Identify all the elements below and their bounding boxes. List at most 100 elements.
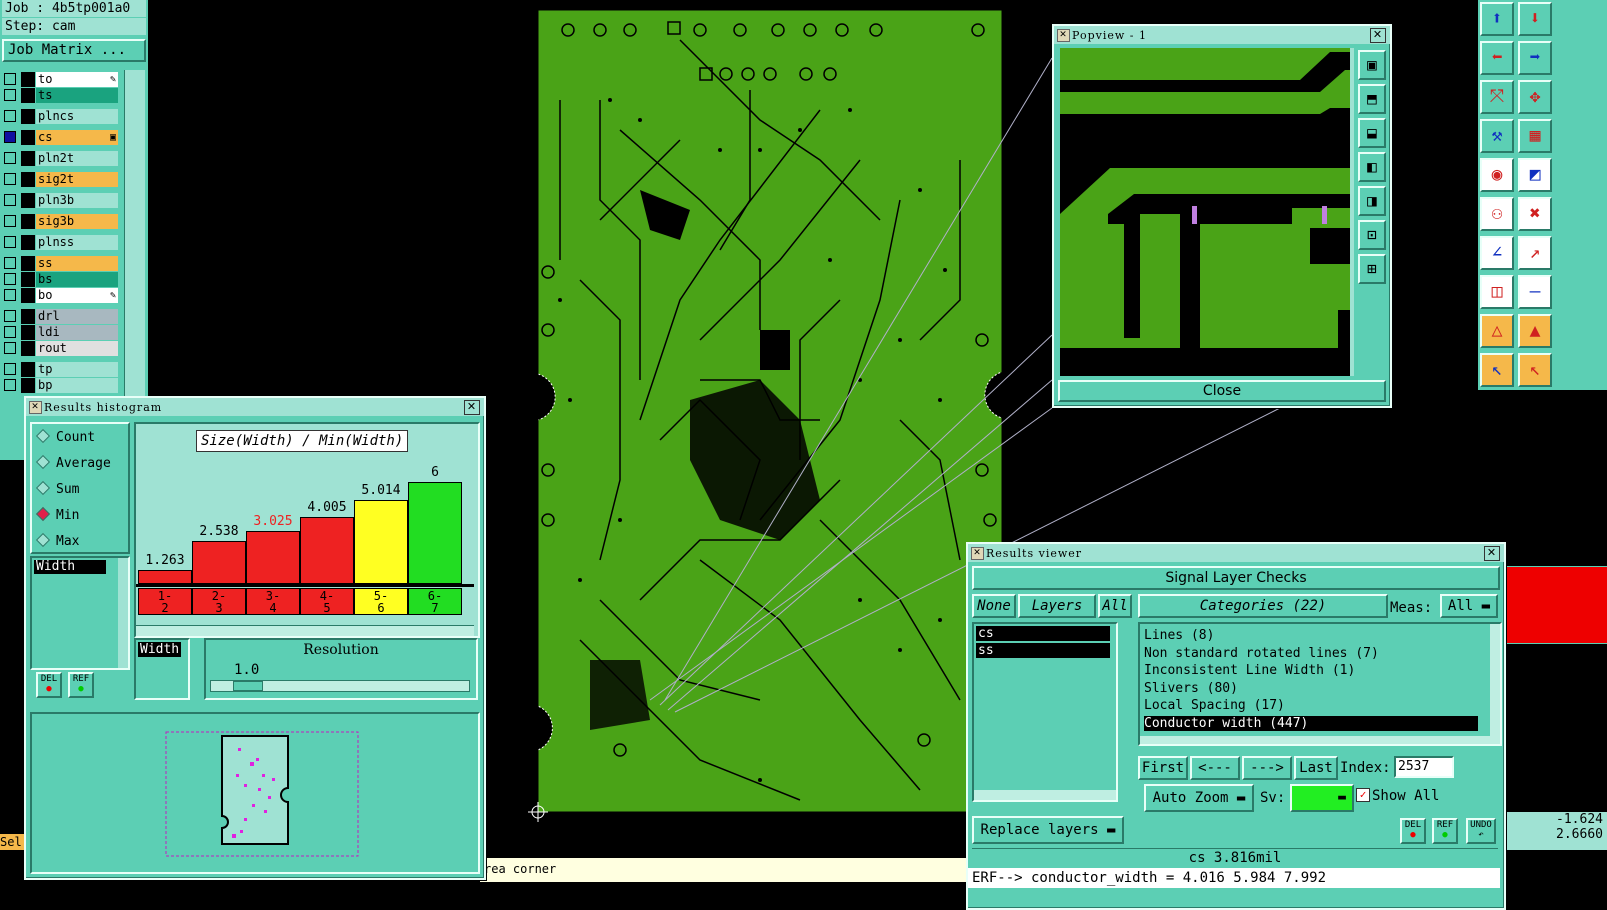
- histogram-bar[interactable]: [138, 570, 192, 584]
- auto-zoom-dropdown[interactable]: Auto Zoom ▬: [1144, 784, 1254, 812]
- chart-scrollbar[interactable]: [136, 625, 474, 636]
- prev-button[interactable]: <---: [1190, 756, 1240, 780]
- all-button[interactable]: All: [1098, 594, 1132, 618]
- category-item[interactable]: Slivers (80): [1144, 681, 1238, 696]
- category-item[interactable]: Lines (8): [1144, 628, 1214, 643]
- auto-zoom-label: Auto Zoom: [1152, 790, 1229, 806]
- popview-tool-3-icon[interactable]: ◧: [1358, 152, 1386, 182]
- option-count[interactable]: Count: [35, 428, 95, 445]
- popview-canvas[interactable]: [1060, 48, 1352, 376]
- popview-tool-0-icon[interactable]: ▣: [1358, 50, 1386, 80]
- histogram-preview[interactable]: [30, 712, 480, 874]
- last-button[interactable]: Last: [1294, 756, 1338, 780]
- histogram-bin[interactable]: 2- 3: [192, 588, 246, 615]
- meas-dropdown[interactable]: All ▬: [1440, 594, 1498, 618]
- categories-hscroll[interactable]: [1140, 736, 1500, 744]
- option-sum[interactable]: Sum: [35, 480, 79, 497]
- window-menu-icon[interactable]: ✕: [971, 547, 984, 560]
- tool-2-icon[interactable]: ⬅: [1480, 41, 1514, 75]
- popview-scrollbar[interactable]: [1350, 48, 1354, 376]
- histogram-titlebar[interactable]: ✕ Results histogram ✕: [26, 398, 484, 416]
- tool-13-icon[interactable]: ↗: [1518, 236, 1552, 270]
- none-button[interactable]: None: [972, 594, 1016, 618]
- histogram-bin[interactable]: 4- 5: [300, 588, 354, 615]
- categories-button[interactable]: Categories (22): [1138, 594, 1388, 618]
- popview-tool-2-icon[interactable]: ⬓: [1358, 118, 1386, 148]
- histogram-bar[interactable]: [246, 531, 300, 584]
- close-icon[interactable]: ✕: [1370, 28, 1386, 43]
- option-average[interactable]: Average: [35, 454, 111, 471]
- viewer-layer-item[interactable]: ss: [976, 643, 1110, 658]
- histogram-bin[interactable]: 1- 2: [138, 588, 192, 615]
- histogram-bar[interactable]: [300, 517, 354, 584]
- popview-tool-1-icon[interactable]: ⬒: [1358, 84, 1386, 114]
- histogram-bin[interactable]: 3- 4: [246, 588, 300, 615]
- layer-list-hscroll[interactable]: [974, 790, 1116, 800]
- sel-button[interactable]: Sel: [0, 834, 24, 850]
- category-item[interactable]: Local Spacing (17): [1144, 698, 1285, 713]
- index-input[interactable]: 2537: [1394, 756, 1454, 778]
- viewer-titlebar[interactable]: ✕ Results viewer ✕: [968, 544, 1504, 562]
- tool-11-icon[interactable]: ✖: [1518, 197, 1552, 231]
- category-item[interactable]: Inconsistent Line Width (1): [1144, 663, 1355, 678]
- tool-1-icon[interactable]: ⬇: [1518, 2, 1552, 36]
- window-menu-icon[interactable]: ✕: [29, 401, 42, 414]
- tool-10-icon[interactable]: ⚇: [1480, 197, 1514, 231]
- category-item[interactable]: Conductor width (447): [1144, 715, 1478, 731]
- option-min[interactable]: Min: [35, 506, 79, 523]
- categories-vscroll[interactable]: [1490, 624, 1500, 744]
- field-list-item[interactable]: Width: [34, 560, 106, 574]
- tool-19-icon[interactable]: ↖: [1518, 353, 1552, 387]
- tool-14-icon[interactable]: ◫: [1480, 275, 1514, 309]
- field-list-scrollbar[interactable]: [118, 558, 128, 668]
- resolution-slider[interactable]: [210, 680, 470, 692]
- viewer-undo-button[interactable]: UNDO ↶: [1466, 818, 1496, 844]
- tool-16-icon[interactable]: △: [1480, 314, 1514, 348]
- tool-5-icon[interactable]: ✥: [1518, 80, 1552, 114]
- tool-0-icon[interactable]: ⬆: [1480, 2, 1514, 36]
- resolution-slider-thumb[interactable]: [233, 681, 263, 691]
- replace-layers-button[interactable]: Replace layers ▬: [972, 816, 1124, 844]
- viewer-ref-button[interactable]: REF ●: [1432, 818, 1458, 844]
- tool-18-icon[interactable]: ↖: [1480, 353, 1514, 387]
- histogram-bin[interactable]: 6- 7: [408, 588, 462, 615]
- tool-7-icon[interactable]: ▦: [1518, 119, 1552, 153]
- tool-4-icon[interactable]: ⤧: [1480, 80, 1514, 114]
- popview-titlebar[interactable]: ✕ Popview - 1 ✕: [1054, 26, 1390, 44]
- tool-9-icon[interactable]: ◩: [1518, 158, 1552, 192]
- histogram-bin[interactable]: 5- 6: [354, 588, 408, 615]
- category-item[interactable]: Non standard rotated lines (7): [1144, 646, 1379, 661]
- popview-tool-4-icon[interactable]: ◨: [1358, 186, 1386, 216]
- tool-3-icon[interactable]: ➡: [1518, 41, 1552, 75]
- histogram-bar[interactable]: [192, 541, 246, 584]
- ref-button[interactable]: REF ●: [68, 672, 94, 698]
- histogram-bar[interactable]: [354, 500, 408, 584]
- layers-button[interactable]: Layers: [1018, 594, 1096, 618]
- tool-12-icon[interactable]: ∠: [1480, 236, 1514, 270]
- tool-6-icon[interactable]: ⚒: [1480, 119, 1514, 153]
- next-button[interactable]: --->: [1242, 756, 1292, 780]
- viewer-layer-item[interactable]: cs: [976, 626, 1110, 641]
- field-selector-item[interactable]: Width: [138, 642, 182, 657]
- tool-15-icon[interactable]: —: [1518, 275, 1552, 309]
- popview-tool-6-icon[interactable]: ⊞: [1358, 254, 1386, 284]
- close-icon[interactable]: ✕: [1484, 546, 1500, 561]
- del-button[interactable]: DEL ●: [36, 672, 62, 698]
- close-icon[interactable]: ✕: [464, 400, 480, 415]
- popview-tool-5-icon[interactable]: ⊡: [1358, 220, 1386, 250]
- tool-8-icon[interactable]: ◉: [1480, 158, 1514, 192]
- tool-17-icon[interactable]: ▲: [1518, 314, 1552, 348]
- sv-color-dropdown[interactable]: ▬: [1290, 784, 1354, 812]
- histogram-bar[interactable]: [408, 482, 462, 584]
- option-max[interactable]: Max: [35, 532, 79, 549]
- show-all-checkbox[interactable]: ✓: [1356, 788, 1370, 802]
- popview-close-button[interactable]: Close: [1058, 380, 1386, 402]
- green-dot-icon: ●: [78, 684, 84, 694]
- red-dot-icon: ●: [1410, 830, 1416, 840]
- field-list: Width: [30, 556, 130, 670]
- first-button[interactable]: First: [1138, 756, 1188, 780]
- viewer-del-button[interactable]: DEL ●: [1400, 818, 1426, 844]
- window-menu-icon[interactable]: ✕: [1057, 29, 1070, 42]
- histogram-bins: 1- 2 2- 3 3- 4 4- 5 5- 6 6- 7: [138, 588, 474, 616]
- dropdown-icon: ▬: [1236, 790, 1246, 806]
